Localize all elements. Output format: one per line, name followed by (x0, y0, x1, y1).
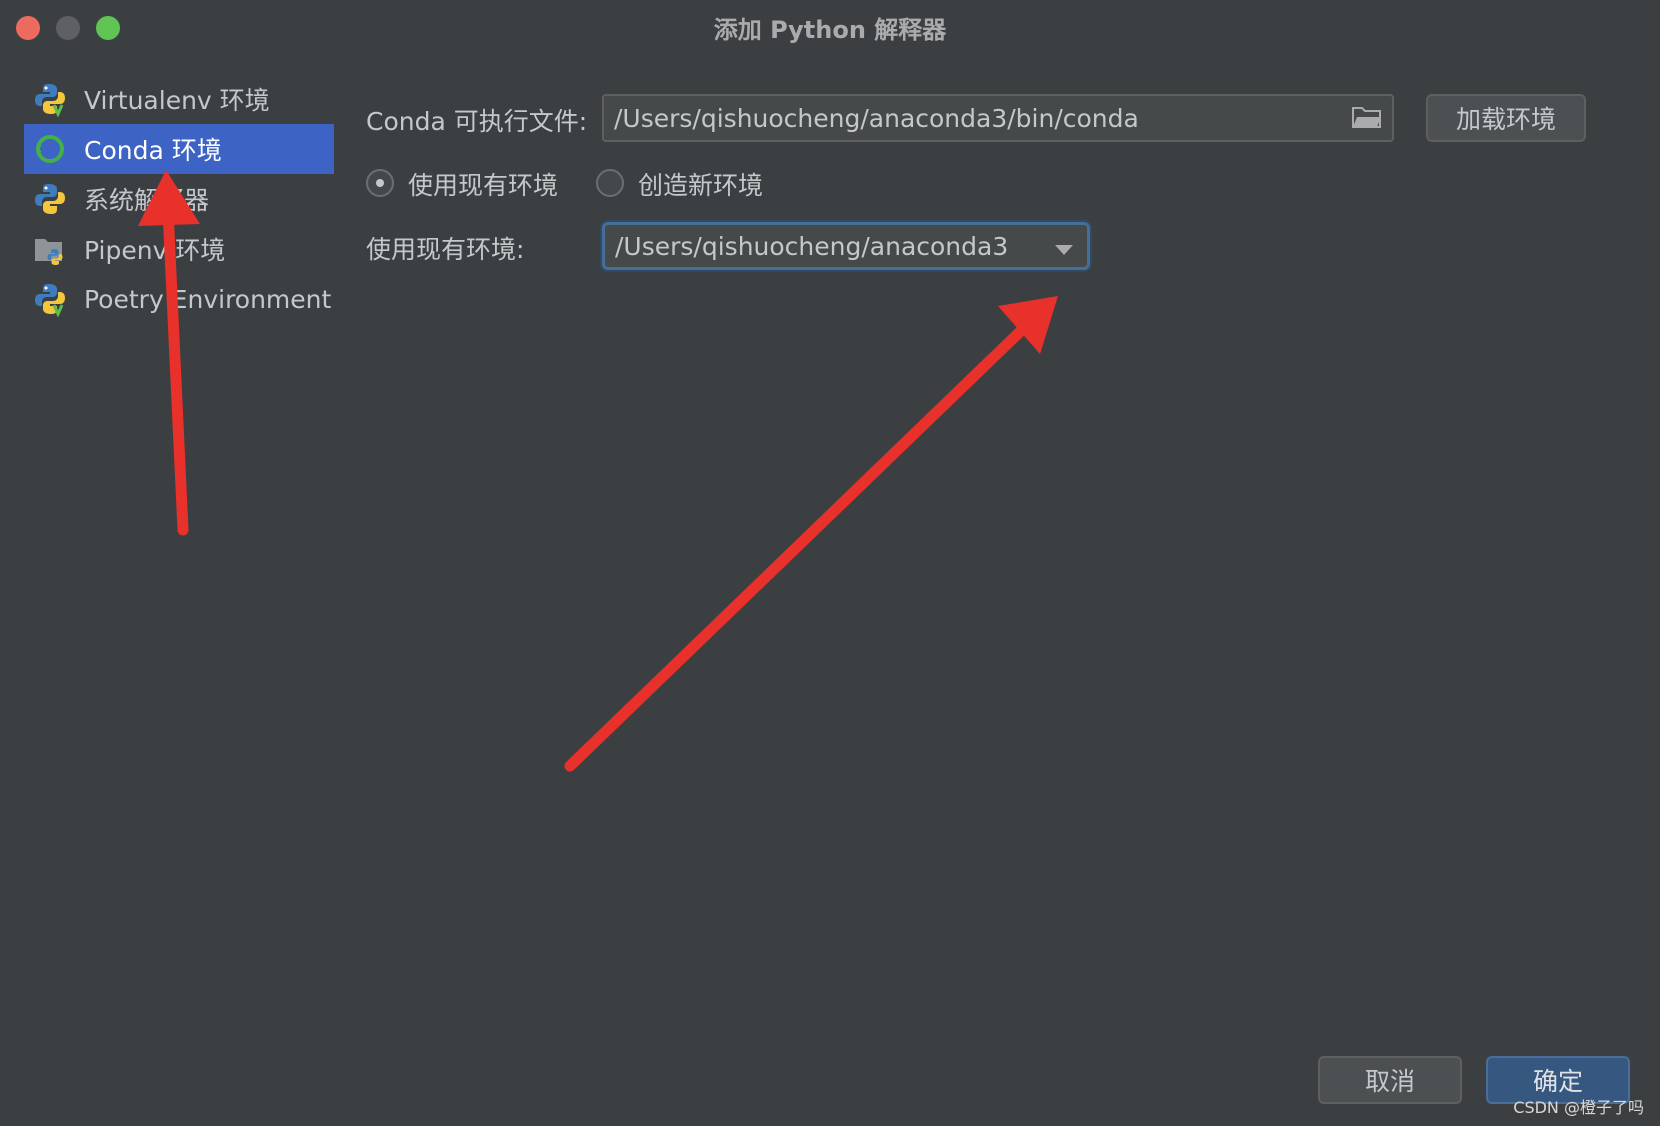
existing-env-label: 使用现有环境: (366, 235, 525, 264)
sidebar-item-pipenv[interactable]: Pipenv 环境 (24, 224, 334, 274)
sidebar-item-label: Virtualenv 环境 (84, 86, 270, 115)
conda-executable-field[interactable]: /Users/qishuocheng/anaconda3/bin/conda (602, 94, 1394, 142)
use-existing-env-radio-label[interactable]: 使用现有环境 (408, 166, 558, 202)
pipenv-icon (35, 239, 63, 265)
browse-folder-icon[interactable] (1352, 106, 1382, 128)
cancel-button[interactable]: 取消 (1318, 1056, 1462, 1104)
sidebar-item-label: 系统解释器 (84, 186, 210, 215)
sidebar-item-poetry[interactable]: Poetry Environment (24, 274, 334, 324)
sidebar-item-label: Conda 环境 (84, 136, 222, 165)
interpreter-type-list: Virtualenv 环境 Conda 环境 系统解释器 Pipenv 环境 P… (24, 74, 334, 324)
load-environments-button[interactable]: 加载环境 (1426, 94, 1586, 142)
use-existing-env-radio[interactable] (366, 169, 394, 197)
watermark: CSDN @橙子了吗 (1513, 1098, 1644, 1117)
create-new-env-radio-label[interactable]: 创造新环境 (638, 166, 763, 202)
python-virtualenv-icon (35, 84, 65, 117)
chevron-down-icon (1055, 245, 1073, 255)
python-poetry-icon (35, 284, 65, 317)
existing-env-dropdown[interactable]: /Users/qishuocheng/anaconda3 (602, 222, 1090, 270)
sidebar-item-label: Pipenv 环境 (84, 236, 226, 265)
conda-icon (36, 135, 64, 163)
existing-env-value: /Users/qishuocheng/anaconda3 (615, 231, 1009, 261)
sidebar-item-system-interpreter[interactable]: 系统解释器 (24, 174, 334, 224)
annotation-arrow-diagonal (564, 296, 1058, 772)
title-bar: 添加 Python 解释器 (0, 0, 1660, 56)
create-new-env-radio[interactable] (596, 169, 624, 197)
conda-executable-path: /Users/qishuocheng/anaconda3/bin/conda (614, 103, 1139, 133)
python-icon (35, 184, 65, 214)
add-python-interpreter-dialog: 添加 Python 解释器 Virtualenv 环境 Conda 环境 系统解… (0, 0, 1660, 1126)
sidebar-item-conda[interactable]: Conda 环境 (24, 124, 334, 174)
conda-executable-label: Conda 可执行文件: (366, 107, 588, 136)
sidebar-item-virtualenv[interactable]: Virtualenv 环境 (24, 74, 334, 124)
window-title: 添加 Python 解释器 (713, 16, 947, 44)
sidebar-item-label: Poetry Environment (84, 284, 332, 314)
